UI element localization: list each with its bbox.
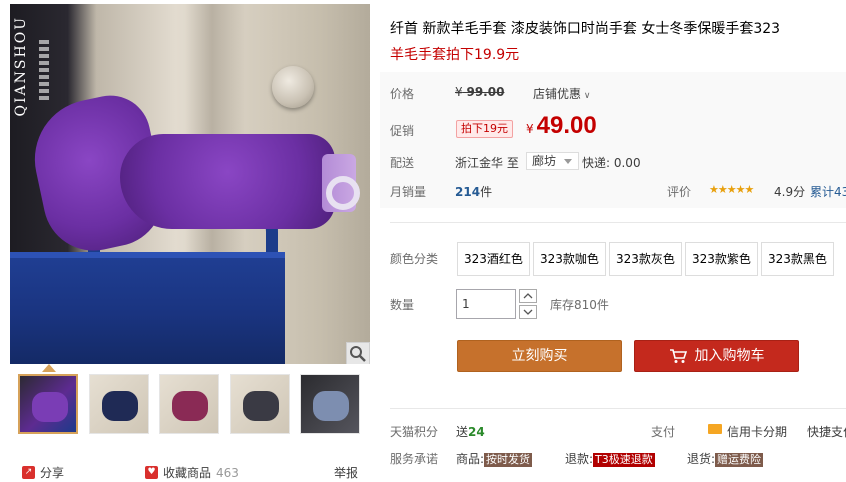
review-count-link[interactable]: 累计43 bbox=[810, 183, 846, 200]
product-title: 纤首 新款羊毛手套 漆皮装饰口时尚手套 女士冬季保暖手套323 bbox=[390, 21, 781, 37]
zoom-button[interactable] bbox=[346, 342, 370, 364]
magnifier-icon bbox=[350, 346, 366, 362]
service-prefix: 退货: bbox=[687, 452, 716, 466]
thumb-glove bbox=[313, 391, 349, 421]
product-info: 纤首 新款羊毛手套 漆皮装饰口时尚手套 女士冬季保暖手套323 羊毛手套拍下19… bbox=[380, 0, 846, 482]
buy-now-button[interactable]: 立刻购买 bbox=[457, 340, 622, 372]
sku-option-wine[interactable]: 323酒红色 bbox=[457, 242, 530, 276]
brand-logo-subtext bbox=[39, 40, 49, 100]
rating-score: 4.9分 bbox=[774, 185, 806, 199]
service-badge[interactable]: 赠运费险 bbox=[715, 453, 764, 467]
thumbnail-1[interactable] bbox=[18, 374, 78, 434]
promo-tag: 拍下19元 bbox=[456, 120, 513, 138]
share-label: 分享 bbox=[40, 466, 65, 480]
rating-stars-icon: ★★★★★ bbox=[709, 183, 754, 196]
sku-option-gray[interactable]: 323款灰色 bbox=[609, 242, 682, 276]
brand-logo-text: QIANSHOU bbox=[13, 16, 29, 117]
chevron-down-icon bbox=[523, 309, 533, 315]
product-gallery: QIANSHOU ↗ 分享 ♥ 收藏商品 463 举报 bbox=[0, 0, 372, 482]
promo-label: 促销 bbox=[390, 124, 415, 138]
ship-to-select[interactable]: 廊坊 bbox=[526, 152, 580, 170]
share-icon: ↗ bbox=[22, 466, 35, 479]
sku-option-coffee[interactable]: 323款咖色 bbox=[533, 242, 606, 276]
monthly-sales: 214件 bbox=[455, 183, 492, 200]
thumb-glove bbox=[102, 391, 138, 421]
report-link[interactable]: 举报 bbox=[334, 464, 358, 481]
main-product-image[interactable]: QIANSHOU bbox=[10, 4, 370, 364]
share-button[interactable]: ↗ 分享 bbox=[22, 464, 64, 481]
favorite-button[interactable]: ♥ 收藏商品 463 bbox=[145, 464, 239, 481]
thumbnail-2[interactable] bbox=[89, 374, 149, 434]
sku-option-purple[interactable]: 323款紫色 bbox=[685, 242, 758, 276]
price-label: 价格 bbox=[390, 87, 415, 101]
handbag-edge bbox=[10, 252, 285, 258]
ship-to-prefix: 至 bbox=[506, 156, 519, 170]
currency-symbol: ¥ bbox=[455, 85, 463, 99]
gallery-actions: ↗ 分享 ♥ 收藏商品 463 举报 bbox=[10, 462, 370, 482]
quickpay-link[interactable]: 快捷支付 bbox=[807, 423, 846, 440]
favorite-icon: ♥ bbox=[145, 466, 158, 479]
shop-promo-label: 店铺优惠 bbox=[533, 87, 582, 101]
favorite-count: 463 bbox=[216, 465, 239, 480]
thumb-glove bbox=[32, 392, 68, 422]
stock-count: 库存810件 bbox=[550, 298, 609, 312]
thumbnail-strip bbox=[10, 374, 370, 440]
points-prefix: 送 bbox=[456, 425, 469, 439]
sku-option-black[interactable]: 323款黑色 bbox=[761, 242, 834, 276]
points-number: 24 bbox=[468, 425, 485, 439]
coat-button-decor bbox=[272, 66, 314, 108]
points-value: 送24 bbox=[456, 423, 485, 440]
divider bbox=[390, 222, 846, 223]
service-badge[interactable]: 按时发货 bbox=[484, 453, 533, 467]
review-label: 评价 bbox=[667, 185, 692, 199]
divider bbox=[390, 408, 846, 409]
original-price-value: 99.00 bbox=[466, 85, 505, 99]
add-to-cart-button[interactable]: 加入购物车 bbox=[634, 340, 799, 372]
service-prefix: 商品: bbox=[456, 452, 485, 466]
quantity-increase-button[interactable] bbox=[519, 289, 537, 303]
points-label: 天猫积分 bbox=[390, 425, 439, 439]
chevron-down-icon: ∨ bbox=[581, 91, 591, 101]
active-thumb-caret bbox=[42, 364, 56, 372]
service-fast-refund: 退款: T3极速退款 bbox=[565, 450, 655, 467]
quantity-input[interactable]: 1 bbox=[456, 289, 516, 319]
promo-price: ¥49.00 bbox=[526, 112, 597, 140]
service-label: 服务承诺 bbox=[390, 452, 439, 466]
ship-from: 浙江金华 至 bbox=[455, 154, 519, 171]
chevron-up-icon bbox=[523, 293, 533, 299]
quantity-decrease-button[interactable] bbox=[519, 305, 537, 319]
thumbnail-3[interactable] bbox=[159, 374, 219, 434]
currency-symbol: ¥ bbox=[526, 122, 534, 136]
sku-label: 颜色分类 bbox=[390, 252, 439, 266]
shop-promo-dropdown[interactable]: 店铺优惠 ∨ bbox=[533, 85, 590, 102]
handbag bbox=[10, 252, 285, 364]
sales-count: 214 bbox=[455, 185, 481, 199]
thumbnail-5[interactable] bbox=[300, 374, 360, 434]
sales-label: 月销量 bbox=[390, 185, 427, 199]
ship-from-city: 浙江金华 bbox=[455, 156, 504, 170]
shipping-label: 配送 bbox=[390, 156, 415, 170]
add-to-cart-label: 加入购物车 bbox=[694, 348, 765, 364]
glove-cuff-ring bbox=[326, 176, 360, 210]
thumbnail-4[interactable] bbox=[230, 374, 290, 434]
glove-right bbox=[120, 134, 335, 229]
favorite-label: 收藏商品 bbox=[163, 466, 212, 480]
thumb-glove bbox=[172, 391, 208, 421]
promo-price-value: 49.00 bbox=[536, 112, 597, 139]
shipping-fee: 快递: 0.00 bbox=[582, 156, 641, 170]
cart-icon bbox=[669, 349, 687, 363]
thumb-glove bbox=[243, 391, 279, 421]
credit-card-icon bbox=[708, 424, 722, 434]
service-ontime-shipping: 商品: 按时发货 bbox=[456, 450, 533, 467]
payment-label: 支付 bbox=[651, 425, 676, 439]
product-subtitle: 羊毛手套拍下19.9元 bbox=[390, 47, 520, 63]
service-badge[interactable]: T3极速退款 bbox=[593, 453, 655, 467]
report-label: 举报 bbox=[334, 466, 359, 480]
service-return-insurance: 退货: 赠运费险 bbox=[687, 450, 764, 467]
quantity-label: 数量 bbox=[390, 298, 415, 312]
service-prefix: 退款: bbox=[565, 452, 594, 466]
sales-unit: 件 bbox=[480, 185, 493, 199]
original-price: ¥ 99.00 bbox=[455, 85, 504, 99]
credit-installment-link[interactable]: 信用卡分期 bbox=[727, 423, 787, 440]
